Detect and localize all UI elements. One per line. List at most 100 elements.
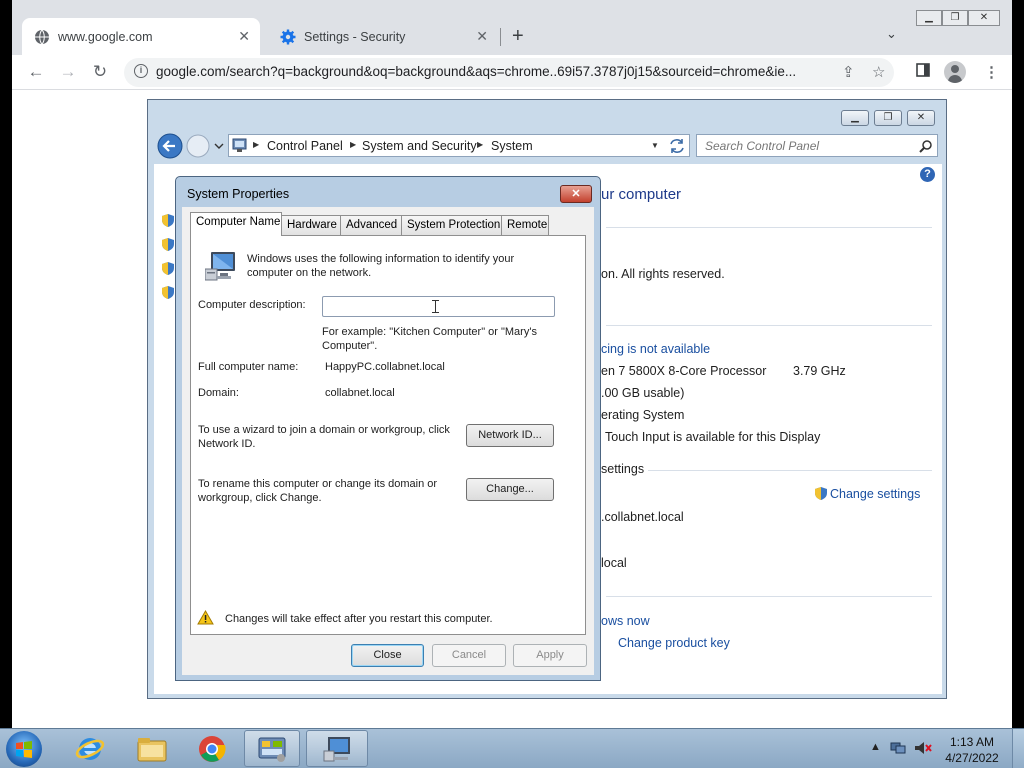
share-icon[interactable]: ⇪: [842, 63, 855, 81]
change-settings-link[interactable]: Change settings: [830, 487, 920, 501]
change-button[interactable]: Change...: [466, 478, 554, 501]
computer-icon: [205, 252, 235, 281]
show-hidden-icons-icon[interactable]: ▲: [870, 741, 881, 753]
page-heading: ur computer: [601, 186, 682, 203]
file-explorer-icon[interactable]: [124, 730, 180, 767]
close-tab-icon[interactable]: ✕: [238, 28, 250, 45]
apply-button[interactable]: Apply: [513, 644, 587, 667]
settings-section-heading: settings: [601, 462, 645, 476]
cp-search-input[interactable]: Search Control Panel: [696, 134, 938, 157]
back-arrow-icon[interactable]: ←: [24, 61, 48, 83]
touch-input-text: Touch Input is available for this Displa…: [605, 430, 821, 444]
tab-computer-name[interactable]: Computer Name: [190, 212, 282, 236]
dialog-client-area: Computer Name Hardware Advanced System P…: [182, 207, 594, 675]
cp-minimize-button[interactable]: ▁: [841, 110, 869, 126]
description-label: Computer description:: [198, 299, 306, 311]
system-type-text: erating System: [601, 408, 685, 422]
start-button[interactable]: [6, 731, 42, 767]
domain-label: Domain:: [198, 387, 239, 399]
dropdown-arrow-icon[interactable]: ▼: [651, 141, 659, 150]
breadcrumb-system[interactable]: System: [491, 139, 533, 153]
show-desktop-button[interactable]: [1012, 729, 1024, 768]
back-forward-icon[interactable]: [156, 132, 226, 160]
url-text: google.com/search?q=background&oq=backgr…: [156, 64, 797, 79]
control-panel-taskbar-icon[interactable]: [244, 730, 300, 767]
volume-muted-icon[interactable]: [914, 741, 932, 755]
tab-title: Settings - Security: [304, 29, 406, 44]
clock-date: 4/27/2022: [945, 751, 999, 765]
close-button[interactable]: Close: [351, 644, 424, 667]
activation-link[interactable]: ows now: [601, 614, 650, 628]
domain-text: local: [601, 556, 627, 570]
domain-value: collabnet.local: [325, 387, 395, 399]
full-name-text: .collabnet.local: [601, 510, 684, 524]
cancel-button[interactable]: Cancel: [432, 644, 506, 667]
uac-shield-icon: [815, 487, 827, 500]
copyright-text: on. All rights reserved.: [601, 267, 725, 281]
tab-separator: [500, 28, 501, 46]
browser-toolbar: ← → ↻ i google.com/search?q=background&o…: [12, 55, 1012, 90]
processor-text: en 7 5800X 8-Core Processor: [601, 364, 767, 378]
tab-hardware[interactable]: Hardware: [281, 215, 341, 235]
reload-icon[interactable]: ↻: [88, 61, 112, 83]
control-panel-icon: [232, 138, 247, 152]
warning-icon: [197, 610, 214, 625]
rename-text: To rename this computer or change its do…: [198, 478, 438, 504]
dialog-title: System Properties: [187, 187, 290, 201]
text-cursor-icon: [432, 300, 439, 313]
minimize-button[interactable]: ▁: [916, 10, 942, 26]
network-id-button[interactable]: Network ID...: [466, 424, 554, 447]
uac-shield-icon: [162, 238, 174, 251]
network-icon[interactable]: [890, 741, 906, 755]
forward-arrow-icon[interactable]: →: [56, 61, 80, 83]
clock-time: 1:13 AM: [949, 735, 995, 749]
new-tab-icon[interactable]: +: [512, 24, 524, 48]
cp-maximize-button[interactable]: ❐: [874, 110, 902, 126]
close-tab-icon[interactable]: ✕: [476, 28, 488, 45]
system-properties-taskbar-icon[interactable]: [306, 730, 368, 767]
clock[interactable]: 1:13 AM 4/27/2022: [944, 734, 1000, 766]
breadcrumb-system-security[interactable]: System and Security: [362, 139, 477, 153]
example-text: For example: "Kitchen Computer" or "Mary…: [322, 326, 537, 352]
side-panel-icon[interactable]: [916, 63, 930, 81]
breadcrumb-control-panel[interactable]: Control Panel: [267, 139, 343, 153]
refresh-icon[interactable]: [668, 138, 686, 154]
computer-name-panel: Windows uses the following information t…: [190, 235, 586, 635]
chrome-icon[interactable]: [184, 730, 240, 767]
restart-warning-text: Changes will take effect after you resta…: [225, 613, 493, 625]
gear-icon: [280, 29, 296, 45]
star-icon[interactable]: ☆: [872, 63, 885, 81]
internet-explorer-icon[interactable]: [62, 730, 118, 767]
tab-advanced[interactable]: Advanced: [340, 215, 402, 235]
cp-close-button[interactable]: ✕: [907, 110, 935, 126]
tab-system-protection[interactable]: System Protection: [401, 215, 502, 235]
search-icon[interactable]: [919, 139, 933, 153]
intro-text: Windows uses the following information t…: [247, 253, 515, 279]
full-name-value: HappyPC.collabnet.local: [325, 361, 445, 373]
globe-icon: [34, 29, 50, 45]
close-window-button[interactable]: ✕: [968, 10, 1000, 26]
pen-touch-text[interactable]: cing is not available: [601, 342, 710, 356]
full-name-label: Full computer name:: [198, 361, 299, 373]
change-product-key-link[interactable]: Change product key: [618, 636, 730, 650]
windows-logo-icon: [16, 741, 32, 758]
taskbar: ▲ 1:13 AM 4/27/2022: [0, 728, 1024, 768]
info-icon[interactable]: i: [134, 64, 148, 78]
cp-address-bar[interactable]: ▶ Control Panel ▶ System and Security ▶ …: [228, 134, 690, 157]
profile-avatar[interactable]: [944, 61, 966, 83]
system-properties-dialog: System Properties ✕ Computer Name Hardwa…: [175, 176, 601, 681]
dialog-close-button[interactable]: ✕: [560, 185, 592, 203]
computer-description-input[interactable]: [322, 296, 555, 317]
uac-shield-icon: [162, 214, 174, 227]
help-icon[interactable]: ?: [920, 167, 935, 182]
menu-icon[interactable]: ⋮: [984, 63, 999, 81]
maximize-button[interactable]: ❐: [942, 10, 968, 26]
tab-settings-security[interactable]: Settings - Security ✕: [268, 18, 498, 55]
tab-google[interactable]: www.google.com ✕: [22, 18, 260, 55]
address-bar[interactable]: i google.com/search?q=background&oq=back…: [124, 58, 894, 87]
uac-shield-icon: [162, 286, 174, 299]
chevron-down-icon[interactable]: ⌄: [886, 26, 897, 42]
tab-title: www.google.com: [58, 29, 153, 44]
search-placeholder: Search Control Panel: [705, 139, 820, 153]
tab-remote[interactable]: Remote: [501, 215, 549, 235]
